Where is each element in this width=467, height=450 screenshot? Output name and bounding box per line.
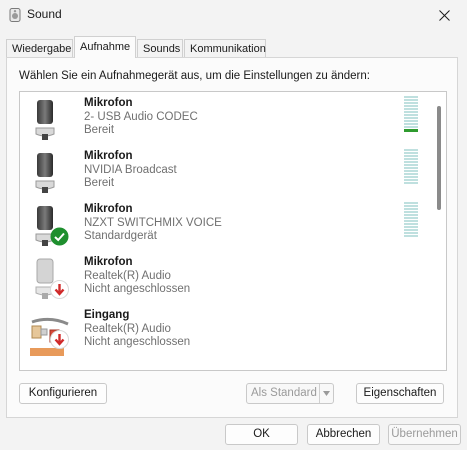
- cancel-label: Abbrechen: [315, 428, 372, 440]
- device-status: Bereit: [84, 177, 115, 189]
- list-item[interactable]: Mikrofon 2- USB Audio CODEC Bereit: [20, 92, 430, 145]
- configure-button[interactable]: Konfigurieren: [19, 383, 107, 404]
- device-driver: Realtek(R) Audio: [84, 323, 171, 335]
- device-status: Nicht angeschlossen: [84, 336, 191, 348]
- tab-label: Aufnahme: [80, 41, 131, 53]
- microphone-icon: [35, 153, 55, 193]
- disconnected-arrow-icon: [50, 280, 69, 299]
- device-status: Bereit: [84, 124, 115, 136]
- device-name: Eingang: [84, 309, 130, 321]
- level-meter: [404, 202, 418, 238]
- properties-label: Eigenschaften: [363, 387, 437, 399]
- close-icon: [438, 9, 450, 21]
- tab-label: Kommunikation: [190, 43, 266, 55]
- window-title: Sound: [27, 7, 62, 21]
- list-item[interactable]: Eingang Realtek(R) Audio Nicht angeschlo…: [20, 304, 430, 357]
- tab-label: Sounds: [143, 43, 181, 55]
- list-item[interactable]: Mikrofon Realtek(R) Audio Nicht angeschl…: [20, 251, 430, 304]
- ok-button[interactable]: OK: [225, 424, 298, 445]
- title-bar: Sound: [0, 0, 467, 30]
- tab-sounds[interactable]: Sounds: [137, 39, 183, 58]
- device-list[interactable]: Mikrofon 2- USB Audio CODEC Bereit Mikro…: [19, 91, 447, 371]
- device-driver: NZXT SWITCHMIX VOICE: [84, 217, 222, 229]
- device-status: Nicht angeschlossen: [84, 283, 191, 295]
- device-name: Mikrofon: [84, 256, 133, 268]
- device-name: Mikrofon: [84, 150, 133, 162]
- device-name: Mikrofon: [84, 97, 133, 109]
- cancel-button[interactable]: Abbrechen: [307, 424, 380, 445]
- tab-kommunikation[interactable]: Kommunikation: [184, 39, 266, 58]
- speaker-app-icon: [9, 8, 21, 22]
- apply-button[interactable]: Übernehmen: [388, 424, 461, 445]
- instruction-text: Wählen Sie ein Aufnahmegerät aus, um die…: [19, 70, 370, 82]
- device-driver: 2- USB Audio CODEC: [84, 111, 198, 123]
- set-default-button[interactable]: Als Standard: [246, 383, 334, 404]
- properties-button[interactable]: Eigenschaften: [356, 383, 444, 404]
- list-scrollbar[interactable]: [437, 106, 441, 210]
- set-default-label: Als Standard: [251, 387, 317, 399]
- list-item[interactable]: Mikrofon NZXT SWITCHMIX VOICE Standardge…: [20, 198, 430, 251]
- configure-label: Konfigurieren: [28, 387, 98, 399]
- tab-wiedergabe[interactable]: Wiedergabe: [6, 39, 73, 58]
- apply-label: Übernehmen: [391, 428, 458, 440]
- level-meter: [404, 149, 418, 185]
- device-name: Mikrofon: [84, 203, 133, 215]
- ok-label: OK: [253, 428, 270, 440]
- tab-aufnahme[interactable]: Aufnahme: [74, 36, 136, 58]
- level-meter: [404, 96, 418, 133]
- device-driver: NVIDIA Broadcast: [84, 164, 177, 176]
- microphone-icon: [35, 100, 55, 140]
- device-status: Standardgerät: [84, 230, 157, 242]
- tab-label: Wiedergabe: [12, 43, 72, 55]
- disconnected-arrow-icon: [50, 330, 69, 349]
- default-check-icon: [50, 227, 69, 246]
- device-driver: Realtek(R) Audio: [84, 270, 171, 282]
- close-button[interactable]: [421, 0, 467, 30]
- chevron-down-icon[interactable]: [319, 384, 333, 403]
- list-item[interactable]: Mikrofon NVIDIA Broadcast Bereit: [20, 145, 430, 198]
- recording-panel: Wählen Sie ein Aufnahmegerät aus, um die…: [6, 57, 458, 418]
